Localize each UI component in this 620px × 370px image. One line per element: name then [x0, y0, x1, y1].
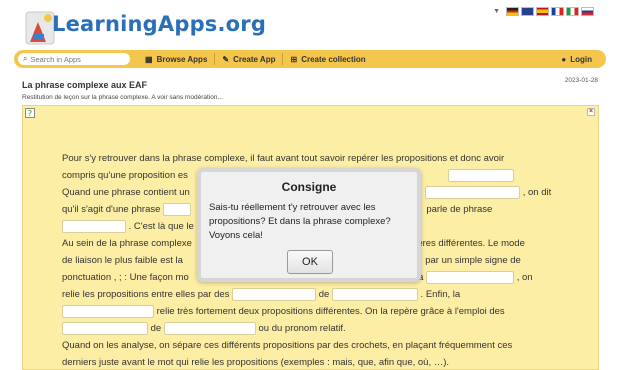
text-fragment: de liaison le plus faible est la	[62, 255, 183, 266]
create-app-label: Create App	[233, 54, 276, 64]
collection-icon: ⊞	[290, 54, 298, 64]
flag-it-icon[interactable]	[566, 7, 579, 16]
text-fragment: ponctuation , ; : Une façon mo	[62, 272, 189, 283]
text-fragment: Au sein de la phrase complexe	[62, 238, 192, 249]
text-fragment: de	[318, 289, 330, 300]
flag-es-icon[interactable]	[536, 7, 549, 16]
header: LearningApps.org ▼	[0, 0, 620, 50]
browse-apps-label: Browse Apps	[156, 54, 208, 64]
create-collection-label: Create collection	[301, 54, 366, 64]
text-fragment: parle de phrase	[426, 204, 493, 215]
text-fragment: ou du pronom relatif.	[258, 323, 346, 334]
pencil-icon: ✎	[222, 54, 230, 64]
dialog-text: Sais-tu réellement t'y retrouver avec le…	[209, 202, 391, 241]
text-line: relie les propositions entre elles par d…	[62, 286, 562, 303]
text-fragment: . C'est là que le	[128, 221, 194, 232]
answer-blank[interactable]	[62, 304, 154, 318]
help-icon[interactable]: ?	[25, 108, 35, 118]
search-icon: ⌕	[23, 54, 28, 63]
text-fragment: , on	[516, 272, 533, 283]
login-button[interactable]: ● Login	[561, 55, 592, 64]
text-fragment: par un simple signe de	[425, 255, 521, 266]
app-date: 2023-01-28	[564, 77, 598, 84]
text-line: Pour s'y retrouver dans la phrase comple…	[62, 153, 505, 164]
login-label: Login	[570, 54, 592, 64]
app-title: La phrase complexe aux EAF	[22, 80, 148, 90]
browse-apps-button[interactable]: ▦ Browse Apps	[138, 53, 214, 65]
answer-blank[interactable]	[163, 321, 256, 335]
search-placeholder: Search in Apps	[30, 54, 81, 64]
text-fragment: compris qu'une proposition es	[62, 170, 188, 181]
text-fragment: relie très fortement deux propositions d…	[156, 306, 505, 317]
answer-blank[interactable]	[232, 287, 317, 301]
text-fragment: Quand une phrase contient un	[62, 187, 190, 198]
answer-blank[interactable]	[331, 287, 418, 301]
dropdown-caret-icon[interactable]: ▼	[493, 8, 500, 15]
create-app-button[interactable]: ✎ Create App	[214, 53, 282, 65]
ok-button[interactable]: OK	[287, 250, 333, 274]
logo[interactable]: LearningApps.org	[20, 0, 266, 52]
answer-blank[interactable]	[62, 321, 148, 335]
text-fragment: ières différentes. Le mode	[415, 238, 525, 249]
app-subtitle: Restitution de leçon sur la phrase compl…	[22, 94, 223, 101]
user-icon: ●	[561, 54, 567, 64]
text-fragment: qu'il s'agit d'une phrase	[62, 204, 161, 215]
search-input[interactable]: ⌕ Search in Apps	[18, 53, 130, 65]
svg-text:?: ?	[28, 109, 32, 118]
text-line: Quand on les analyse, on sépare ces diff…	[62, 340, 513, 351]
dialog-title: Consigne	[281, 180, 337, 194]
text-fragment: de	[150, 323, 162, 334]
flag-de-icon[interactable]	[506, 7, 519, 16]
language-selector[interactable]: ▼	[493, 7, 594, 16]
create-collection-button[interactable]: ⊞ Create collection	[282, 53, 372, 65]
instruction-dialog: Consigne Sais-tu réellement t'y retrouve…	[197, 168, 421, 282]
navbar: ⌕ Search in Apps ▦ Browse Apps ✎ Create …	[14, 50, 606, 68]
text-fragment: , on dit	[522, 187, 552, 198]
answer-blank[interactable]	[163, 202, 192, 216]
flag-fr-icon[interactable]	[551, 7, 564, 16]
answer-blank[interactable]	[62, 219, 126, 233]
learningapps-page: LearningApps.org ▼ ⌕ Search in Apps ▦ Br…	[0, 0, 620, 370]
text-line: de ou du pronom relatif.	[62, 320, 562, 337]
text-fragment: relie les propositions entre elles par d…	[62, 289, 230, 300]
text-fragment: . Enfin, la	[420, 289, 461, 300]
answer-blank[interactable]	[448, 168, 515, 182]
flag-en-icon[interactable]	[521, 7, 534, 16]
text-line: derniers juste avant le mot qui relie le…	[62, 357, 450, 368]
logo-text: LearningApps.org	[52, 12, 267, 36]
close-icon[interactable]: ×	[587, 108, 595, 116]
answer-blank[interactable]	[426, 270, 515, 284]
answer-blank[interactable]	[425, 185, 521, 199]
flag-ru-icon[interactable]	[581, 7, 594, 16]
grid-icon: ▦	[145, 54, 153, 64]
text-line: relie très fortement deux propositions d…	[62, 303, 562, 320]
